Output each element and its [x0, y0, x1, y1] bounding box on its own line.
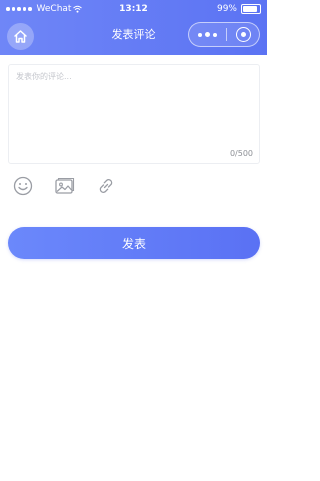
more-icon [198, 32, 217, 37]
comment-textarea[interactable]: 发表你的评论... 0/500 [8, 64, 260, 164]
emoji-icon [13, 176, 33, 196]
char-counter: 0/500 [229, 149, 253, 158]
battery-icon [241, 4, 261, 14]
mini-program-capsule [188, 22, 260, 47]
battery-percent: 99% [216, 4, 237, 14]
submit-button[interactable]: 发表 [8, 227, 260, 259]
close-mini-program-icon[interactable] [236, 27, 251, 42]
status-bar: WeChat 13:12 99% [0, 0, 267, 18]
submit-label: 发表 [121, 236, 146, 251]
more-button[interactable] [198, 23, 217, 46]
link-icon [99, 179, 113, 193]
emoji-button[interactable] [12, 175, 34, 197]
image-icon [55, 177, 75, 194]
image-button[interactable] [53, 175, 75, 197]
link-button[interactable] [95, 175, 117, 197]
comment-placeholder: 发表你的评论... [16, 72, 72, 81]
nav-header: WeChat 13:12 99% 发表评论 [0, 0, 267, 55]
capsule-divider [226, 28, 227, 41]
battery-status: 99% [217, 0, 261, 18]
